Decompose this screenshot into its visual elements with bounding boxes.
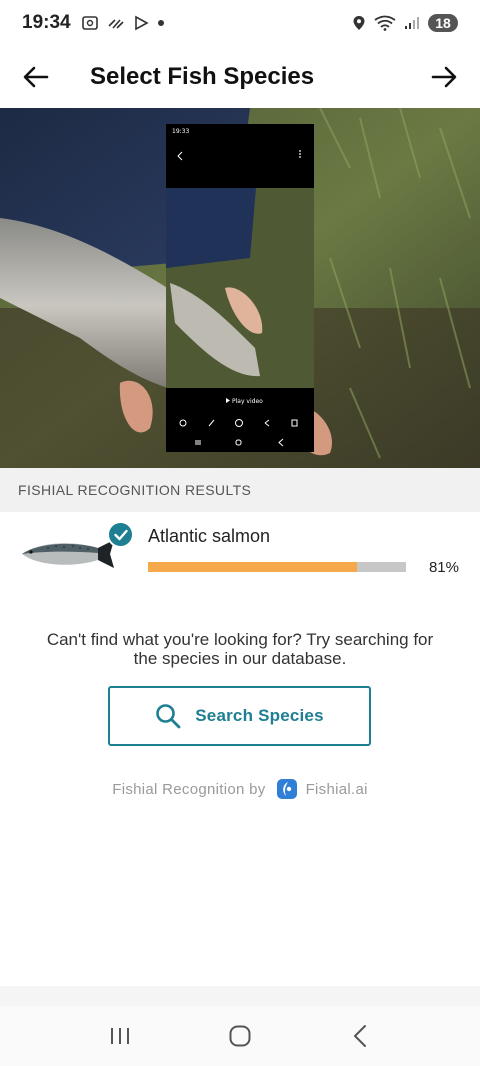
search-icon xyxy=(156,704,181,729)
nav-home-icon xyxy=(229,1025,251,1047)
results-section-header: FISHIAL RECOGNITION RESULTS xyxy=(0,468,480,512)
wind-icon xyxy=(108,19,124,29)
back-arrow-icon xyxy=(23,66,49,88)
app-bar: Select Fish Species xyxy=(0,46,480,108)
screenshot-icon xyxy=(81,16,98,30)
check-icon xyxy=(113,529,128,540)
back-button[interactable] xyxy=(18,59,54,95)
confidence-bar xyxy=(148,562,406,572)
status-notification-icons xyxy=(81,15,165,31)
status-time: 19:34 xyxy=(22,12,71,33)
location-icon xyxy=(353,16,365,30)
page-title: Select Fish Species xyxy=(90,63,315,90)
play-store-icon xyxy=(134,15,149,31)
next-button[interactable] xyxy=(426,59,462,95)
nav-recents-icon xyxy=(111,1028,129,1044)
nav-recents-button[interactable] xyxy=(95,1011,145,1061)
embedded-time: 19:33 xyxy=(172,128,189,135)
embedded-play-label: Play video xyxy=(232,398,263,405)
confidence-percent: 81% xyxy=(428,559,459,576)
battery-indicator: 18 xyxy=(428,14,458,32)
result-item[interactable]: Atlantic salmon 81% xyxy=(0,512,480,602)
nav-home-button[interactable] xyxy=(215,1011,265,1061)
salmon-thumbnail xyxy=(22,540,114,568)
species-name: Atlantic salmon xyxy=(148,526,271,546)
helper-text: Can't find what you're looking for? Try … xyxy=(46,630,434,668)
status-bar: 19:34 18 xyxy=(0,0,480,46)
dot-icon xyxy=(157,20,164,26)
forward-arrow-icon xyxy=(431,66,457,88)
nav-back-button[interactable] xyxy=(335,1011,385,1061)
signal-icon xyxy=(405,17,419,29)
fishial-brand-label: Fishial.ai xyxy=(305,780,368,798)
fishial-logo-icon xyxy=(276,779,297,799)
selected-check-badge xyxy=(107,521,134,548)
fishial-link[interactable]: Fishial.ai xyxy=(276,778,368,800)
wifi-icon xyxy=(374,15,396,31)
nav-back-icon xyxy=(354,1025,366,1047)
search-species-label: Search Species xyxy=(195,706,324,725)
status-system-icons: 18 xyxy=(352,14,458,32)
fish-photo: 19:33 Play video xyxy=(0,108,480,468)
fish-photo-image: 19:33 Play video xyxy=(0,108,480,468)
system-nav-bar xyxy=(0,1006,480,1066)
confidence-bar-fill xyxy=(148,562,357,572)
search-species-button[interactable]: Search Species xyxy=(108,686,371,746)
attribution-prefix: Fishial Recognition by xyxy=(112,780,266,798)
bottom-divider xyxy=(0,986,480,1006)
attribution: Fishial Recognition by Fishial.ai xyxy=(0,778,480,800)
